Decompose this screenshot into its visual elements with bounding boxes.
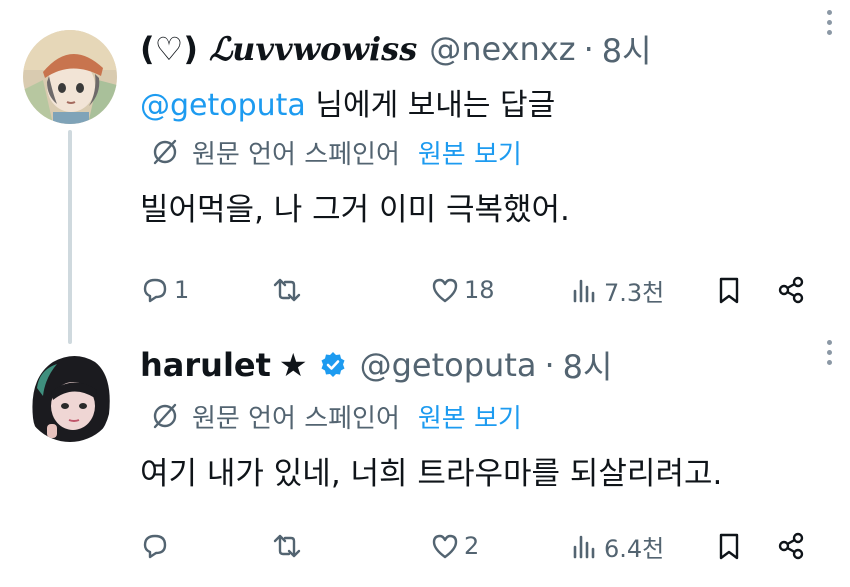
verified-icon[interactable] (318, 350, 348, 380)
view-count: 7.3천 (604, 278, 665, 307)
reply-icon (143, 278, 167, 303)
views-icon (573, 279, 595, 303)
translate-icon (153, 403, 177, 429)
like-count: 18 (464, 276, 495, 304)
display-name[interactable]: harulet (140, 346, 271, 384)
translation-label: 원문 언어 스페인어 (192, 139, 400, 170)
reply-icon (143, 534, 167, 559)
share-icon (778, 276, 804, 304)
show-original-link[interactable]: 원본 보기 (418, 134, 522, 171)
views-button[interactable]: 6.4천 (570, 526, 664, 566)
handle[interactable]: @nexnxz (429, 30, 575, 68)
replying-to: @getoputa 님에게 보내는 답글 (140, 80, 830, 123)
retweet-button[interactable] (272, 526, 302, 566)
reply-mention-link[interactable]: @getoputa (140, 88, 306, 123)
reply-button[interactable]: 1 (140, 270, 189, 310)
separator-dot: · (583, 30, 594, 68)
tweet-text: 빌어먹을, 나 그거 이미 극복했어. (140, 192, 570, 228)
handle[interactable]: @getoputa (360, 346, 537, 384)
share-button[interactable] (776, 270, 806, 310)
translate-icon (153, 139, 177, 165)
more-icon[interactable] (824, 10, 834, 40)
bookmark-icon (719, 277, 739, 304)
tweet-body: (♡) ℒuvvwowiss @nexnxz · 8시 @getoputa 님에… (140, 28, 830, 228)
avatar[interactable] (23, 30, 117, 124)
reply-button[interactable] (140, 526, 174, 566)
display-name[interactable]: (♡) ℒuvvwowiss (140, 30, 417, 68)
views-icon (573, 535, 595, 559)
retweet-icon (273, 278, 301, 302)
timestamp[interactable]: 8시 (563, 342, 613, 388)
display-name-star: ★ (278, 346, 308, 384)
tweet[interactable]: (♡) ℒuvvwowiss @nexnxz · 8시 @getoputa 님에… (0, 0, 850, 344)
bookmark-button[interactable] (714, 270, 744, 310)
display-name-prefix: (♡) (140, 30, 210, 68)
retweet-button[interactable] (272, 270, 302, 310)
replying-to-suffix: 님에게 보내는 답글 (305, 88, 556, 123)
like-button[interactable]: 2 (430, 526, 479, 566)
tweet-text: 여기 내가 있네, 너희 트라우마를 되살리려고. (140, 456, 723, 492)
share-button[interactable] (776, 526, 806, 566)
more-icon[interactable] (824, 340, 834, 370)
avatar[interactable] (23, 348, 117, 442)
translation-notice: 원문 언어 스페인어 원본 보기 (140, 134, 830, 170)
retweet-icon (273, 534, 301, 558)
show-original-link[interactable]: 원본 보기 (418, 398, 522, 435)
thread-line (68, 130, 72, 344)
bookmark-icon (719, 533, 739, 560)
reply-count: 1 (174, 276, 190, 304)
display-name-text: ℒuvvwowiss (209, 30, 418, 68)
like-icon (432, 534, 458, 559)
bookmark-button[interactable] (714, 526, 744, 566)
separator-dot: · (544, 346, 555, 384)
like-button[interactable]: 18 (430, 270, 495, 310)
translation-notice: 원문 언어 스페인어 원본 보기 (140, 398, 830, 434)
tweet-header: harulet ★ @getoputa · 8시 (140, 344, 830, 386)
tweet-actions: 1 18 7.3천 (140, 270, 820, 310)
like-count: 2 (464, 532, 480, 560)
tweet[interactable]: harulet ★ @getoputa · 8시 원문 언어 스페인어 원본 보… (0, 330, 850, 587)
timestamp[interactable]: 8시 (602, 26, 652, 72)
translation-label: 원문 언어 스페인어 (192, 403, 400, 434)
tweet-actions: 2 6.4천 (140, 526, 820, 566)
like-icon (432, 278, 458, 303)
tweet-header: (♡) ℒuvvwowiss @nexnxz · 8시 (140, 28, 830, 70)
view-count: 6.4천 (604, 534, 665, 563)
tweet-body: harulet ★ @getoputa · 8시 원문 언어 스페인어 원본 보… (140, 344, 830, 492)
views-button[interactable]: 7.3천 (570, 270, 664, 310)
share-icon (778, 532, 804, 560)
